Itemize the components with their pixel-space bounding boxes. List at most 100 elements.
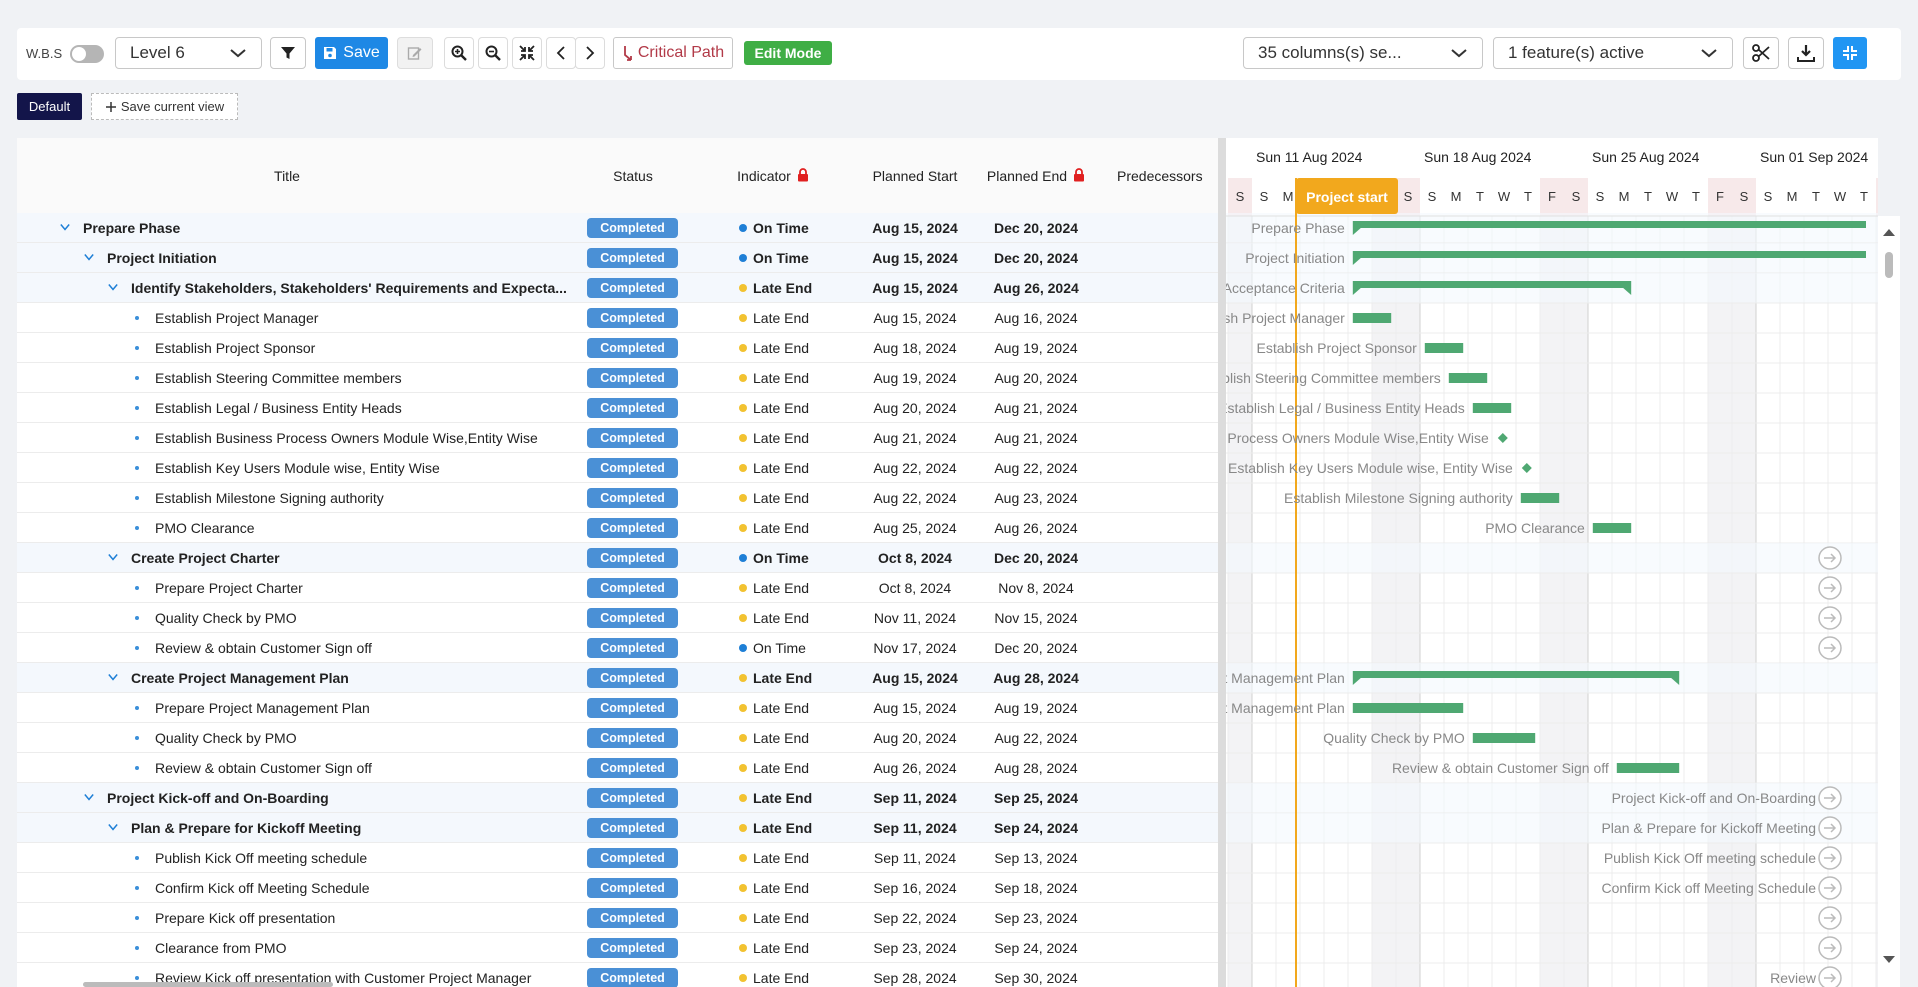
table-row[interactable]: Review & obtain Customer Sign off Complet…	[17, 633, 1218, 663]
indicator-cell: Late End	[739, 603, 809, 633]
planned-start-cell: Sep 16, 2024	[873, 880, 957, 896]
table-row[interactable]: Prepare Project Charter Completed Late End…	[17, 573, 1218, 603]
table-row[interactable]: PMO Clearance Completed Late End Aug 25, 20…	[17, 513, 1218, 543]
column-header-status[interactable]: Status	[583, 168, 683, 184]
task-bar[interactable]	[1352, 313, 1392, 323]
gantt-task-label: Review	[1770, 970, 1817, 986]
table-row[interactable]: Identify Stakeholders, Stakeholders' Req…	[17, 273, 1218, 303]
table-row[interactable]: Publish Kick Off meeting schedule Complet…	[17, 843, 1218, 873]
lock-icon	[1074, 168, 1085, 182]
download-button[interactable]	[1788, 37, 1824, 69]
expand-caret-icon[interactable]	[60, 222, 70, 232]
expand-caret-icon[interactable]	[108, 282, 118, 292]
edit-mode-button[interactable]: Edit Mode	[744, 41, 832, 65]
table-row[interactable]: Prepare Project Management Plan Completed…	[17, 693, 1218, 723]
planned-end-header-label: Planned End	[986, 168, 1068, 184]
column-header-indicator[interactable]: Indicator	[723, 168, 823, 184]
scroll-to-task-icon[interactable]	[1818, 966, 1842, 987]
vertical-scrollbar[interactable]	[1878, 216, 1900, 987]
milestone-diamond[interactable]	[1497, 433, 1508, 443]
task-bar[interactable]	[1448, 373, 1488, 383]
grid-gantt-splitter[interactable]	[1218, 138, 1226, 987]
task-bar[interactable]	[1616, 763, 1680, 773]
indicator-dot-icon	[739, 824, 747, 832]
table-row[interactable]: Establish Business Process Owners Module…	[17, 423, 1218, 453]
table-row[interactable]: Establish Legal / Business Entity Heads C…	[17, 393, 1218, 423]
indicator-cell: Late End	[739, 933, 809, 963]
planned-end-cell: Nov 15, 2024	[994, 610, 1078, 626]
task-bar[interactable]	[1472, 403, 1512, 413]
task-bar[interactable]	[1520, 493, 1560, 503]
summary-bar[interactable]	[1352, 251, 1866, 258]
status-badge: Completed	[587, 818, 678, 838]
level-select-value: Level 6	[130, 43, 185, 62]
wbs-toggle[interactable]	[70, 45, 104, 63]
expand-caret-icon[interactable]	[108, 552, 118, 562]
column-header-planned-start[interactable]: Planned Start	[855, 168, 975, 184]
save-button[interactable]: Save	[315, 37, 388, 69]
features-select[interactable]: 1 feature(s) active	[1493, 37, 1733, 69]
table-row[interactable]: Plan & Prepare for Kickoff Meeting Comple…	[17, 813, 1218, 843]
table-row[interactable]: Establish Project Manager Completed Late E…	[17, 303, 1218, 333]
zoom-out-icon	[485, 45, 501, 61]
planned-start-cell: Aug 22, 2024	[873, 490, 957, 506]
table-row[interactable]: Clearance from PMO Completed Late End Sep 2…	[17, 933, 1218, 963]
summary-bar[interactable]	[1352, 281, 1632, 288]
planned-start-cell: Nov 17, 2024	[873, 640, 957, 656]
table-row[interactable]: Review & obtain Customer Sign off Complet…	[17, 753, 1218, 783]
fit-to-screen-button[interactable]	[512, 37, 542, 69]
indicator-dot-icon	[739, 614, 747, 622]
summary-bar[interactable]	[1352, 221, 1866, 228]
chevron-down-icon	[1451, 49, 1467, 58]
day-letter: M	[1283, 189, 1294, 204]
edit-button[interactable]	[397, 37, 433, 69]
critical-path-button[interactable]: Critical Path	[613, 37, 733, 69]
scissors-button[interactable]	[1743, 37, 1779, 69]
day-letter: W	[1834, 189, 1847, 204]
zoom-out-button[interactable]	[478, 37, 508, 69]
expand-caret-icon[interactable]	[108, 672, 118, 682]
columns-select[interactable]: 35 columns(s) se...	[1243, 37, 1483, 69]
expand-caret-icon[interactable]	[108, 822, 118, 832]
vertical-scroll-thumb[interactable]	[1885, 252, 1893, 278]
summary-bar[interactable]	[1352, 671, 1680, 678]
table-row[interactable]: Create Project Management Plan Completed L…	[17, 663, 1218, 693]
table-row[interactable]: Project Initiation Completed On Time Aug 15…	[17, 243, 1218, 273]
day-letter: S	[1260, 189, 1269, 204]
row-title: Project Initiation	[107, 250, 217, 266]
table-row[interactable]: Establish Milestone Signing authority Com…	[17, 483, 1218, 513]
task-bar[interactable]	[1592, 523, 1632, 533]
previous-button[interactable]	[546, 37, 576, 69]
milestone-diamond[interactable]	[1521, 463, 1532, 473]
level-select[interactable]: Level 6	[115, 37, 262, 69]
table-row[interactable]: Prepare Phase Completed On Time Aug 15, 202…	[17, 213, 1218, 243]
column-header-predecessors[interactable]: Predecessors	[1117, 168, 1218, 184]
table-row[interactable]: Quality Check by PMO Completed Late End Nov…	[17, 603, 1218, 633]
horizontal-scrollbar[interactable]	[17, 980, 1218, 987]
table-row[interactable]: Confirm Kick off Meeting Schedule Complet…	[17, 873, 1218, 903]
expand-caret-icon[interactable]	[84, 792, 94, 802]
table-row[interactable]: Establish Key Users Module wise, Entity …	[17, 453, 1218, 483]
task-bar[interactable]	[1472, 733, 1536, 743]
column-header-title[interactable]: Title	[187, 168, 387, 184]
gantt-task-label: Project Initiation	[1245, 250, 1345, 266]
next-button[interactable]	[575, 37, 605, 69]
table-row[interactable]: Create Project Charter Completed On Time Oc…	[17, 543, 1218, 573]
zoom-in-button[interactable]	[444, 37, 474, 69]
task-bar[interactable]	[1424, 343, 1464, 353]
table-row[interactable]: Quality Check by PMO Completed Late End Aug…	[17, 723, 1218, 753]
planned-end-cell: Nov 8, 2024	[998, 580, 1074, 596]
filter-button[interactable]	[270, 37, 306, 69]
table-row[interactable]: Project Kick-off and On-Boarding Complete…	[17, 783, 1218, 813]
column-header-planned-end[interactable]: Planned End	[971, 168, 1101, 184]
table-row[interactable]: Establish Steering Committee members Comp…	[17, 363, 1218, 393]
view-default-button[interactable]: Default	[17, 93, 82, 120]
expand-caret-icon[interactable]	[84, 252, 94, 262]
horizontal-scroll-thumb[interactable]	[83, 982, 333, 987]
table-row[interactable]: Prepare Kick off presentation Completed La…	[17, 903, 1218, 933]
task-bar[interactable]	[1352, 703, 1464, 713]
save-current-view-button[interactable]: Save current view	[91, 93, 238, 120]
fullscreen-button[interactable]	[1833, 37, 1867, 69]
gantt-task-label: Establish Project Manager	[1226, 310, 1345, 326]
table-row[interactable]: Establish Project Sponsor Completed Late E…	[17, 333, 1218, 363]
